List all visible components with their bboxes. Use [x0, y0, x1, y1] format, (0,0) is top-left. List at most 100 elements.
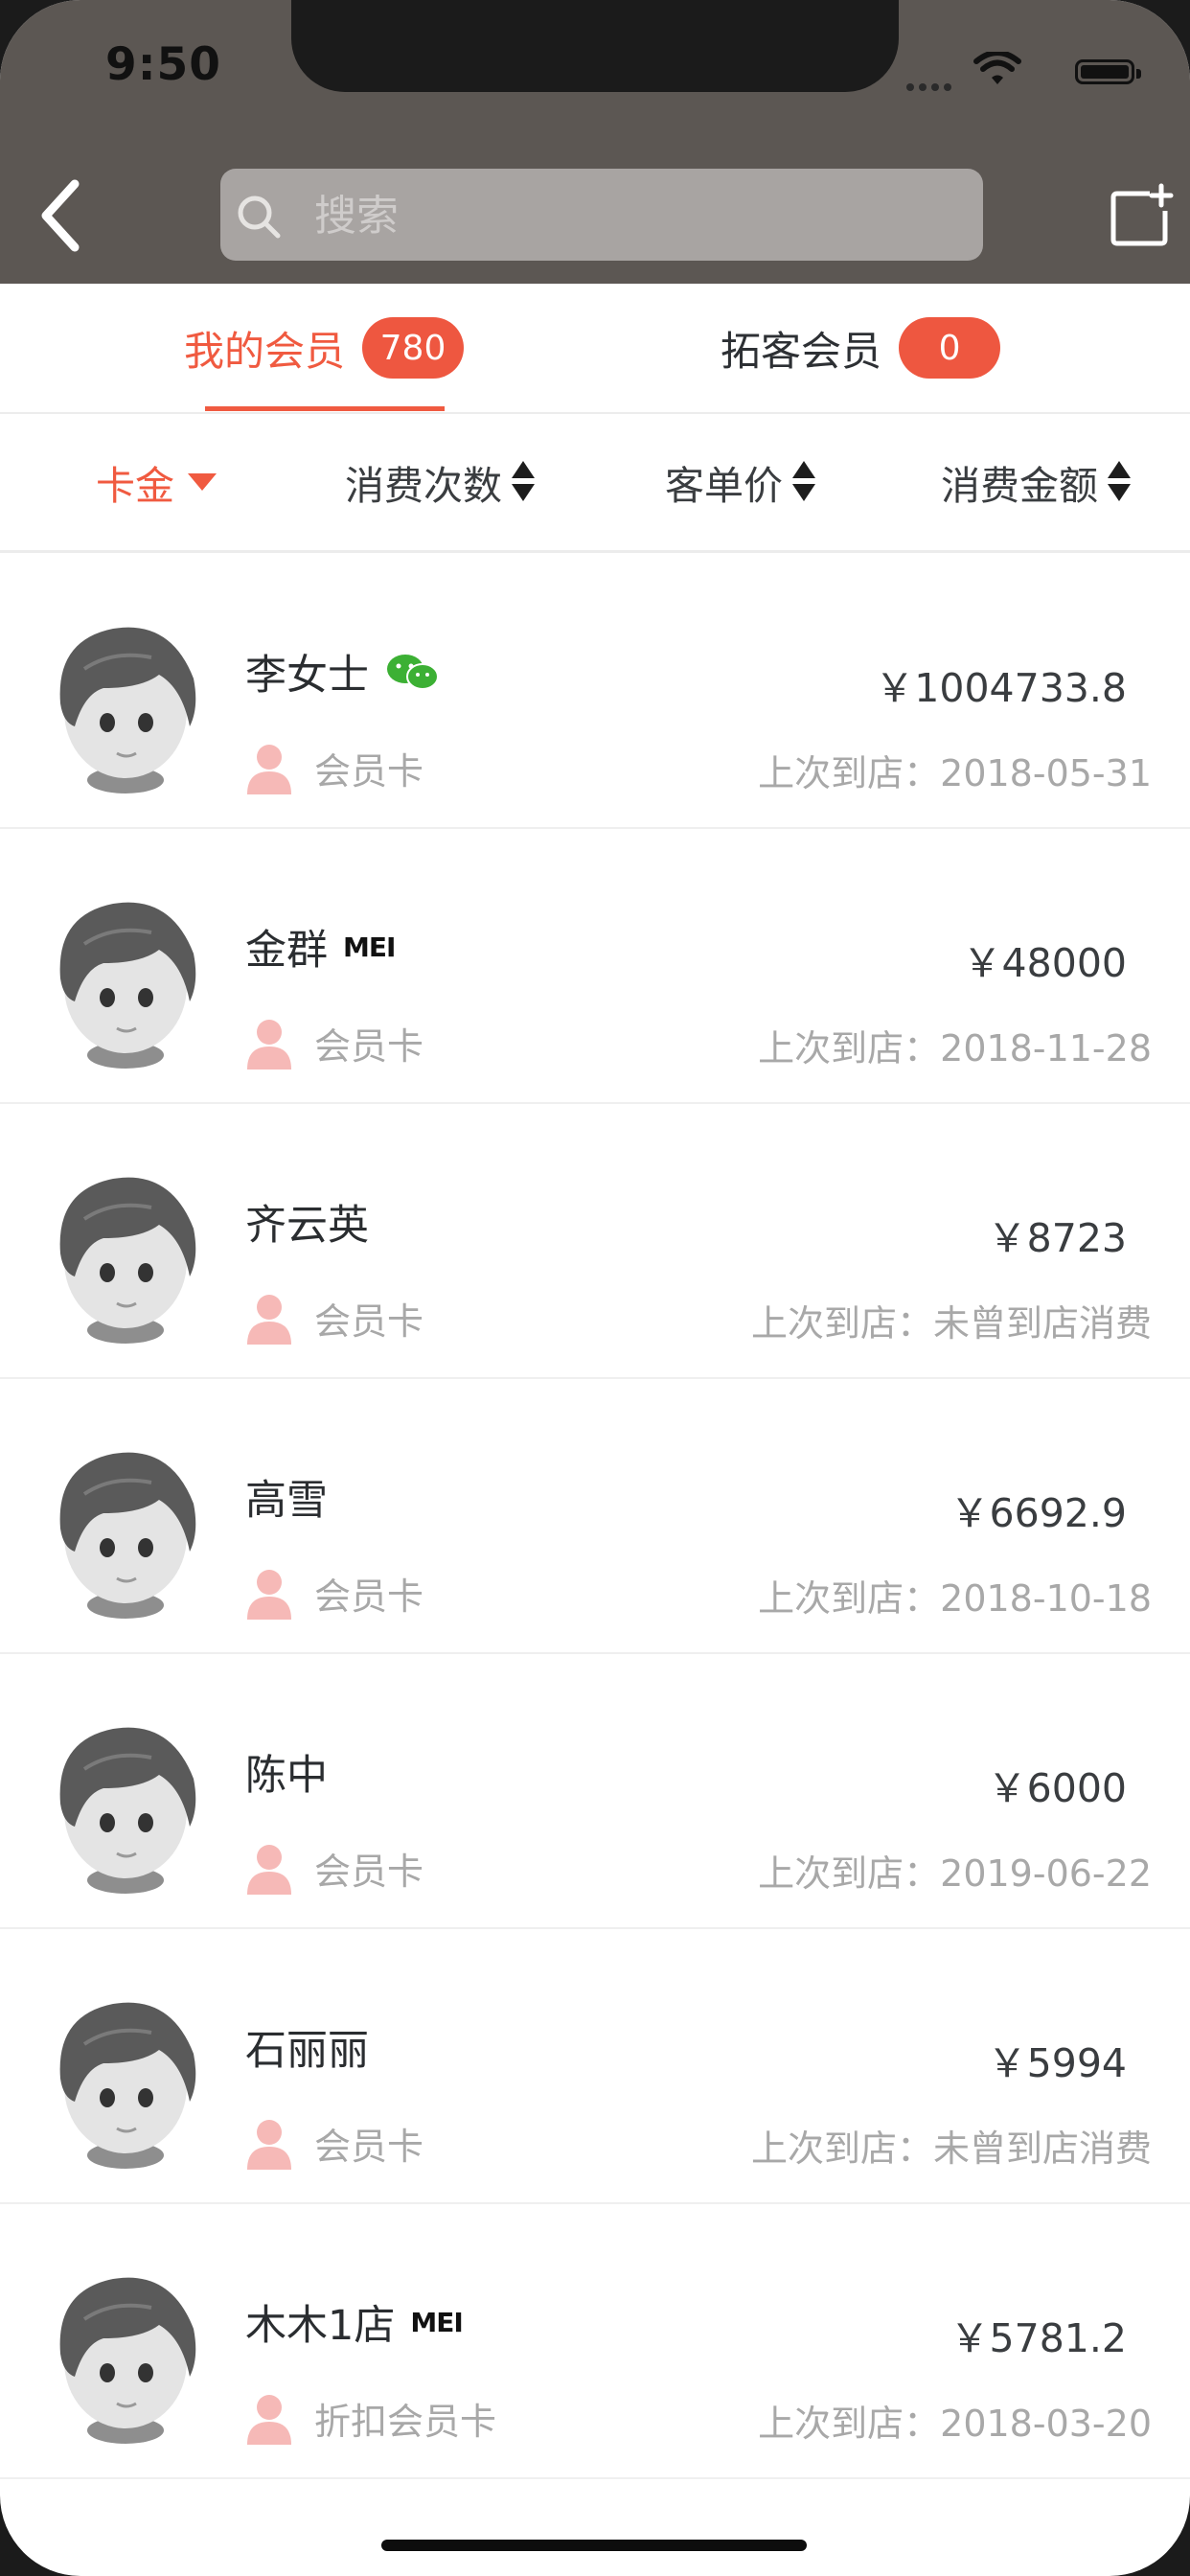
- signal-icon: [906, 77, 960, 91]
- sort-label: 客单价: [665, 463, 783, 509]
- member-name: 陈中: [245, 1752, 328, 1800]
- avatar-icon: [59, 1452, 196, 1619]
- card-line: 会员卡: [245, 1842, 423, 1895]
- name-line: 齐云英: [245, 1192, 369, 1252]
- card-line: 会员卡: [245, 1567, 423, 1620]
- member-row[interactable]: 齐云英 ￥8723 会员卡 上次到店：未曾到店消费: [0, 1104, 1190, 1379]
- mei-tag: MEI: [410, 2306, 463, 2338]
- card-balance: ￥5781.2: [950, 2315, 1127, 2361]
- app-screen: 9:50 我的会员 780: [0, 0, 1190, 2576]
- avatar-icon: [59, 2002, 196, 2169]
- last-visit: 上次到店：2018-03-20: [758, 2403, 1152, 2445]
- card-line: 会员卡: [245, 742, 423, 794]
- card-balance: ￥8723: [987, 1215, 1127, 1261]
- active-tab-indicator: [205, 406, 445, 411]
- card-type: 折扣会员卡: [314, 2401, 497, 2443]
- card-balance: ￥6000: [987, 1765, 1127, 1811]
- card-type: 会员卡: [314, 750, 424, 793]
- name-line: 木木1店 MEI: [245, 2292, 464, 2352]
- sort-card-balance[interactable]: 卡金: [96, 414, 217, 550]
- sort-bar: 卡金 消费次数 客单价 消费金额: [0, 414, 1190, 553]
- home-indicator: [381, 2540, 807, 2551]
- person-icon: [247, 1844, 291, 1895]
- new-note-icon[interactable]: [1108, 182, 1177, 251]
- mei-tag: MEI: [343, 931, 396, 963]
- person-icon: [247, 2394, 291, 2445]
- status-icons: [885, 48, 1141, 96]
- name-line: 高雪: [245, 1467, 328, 1527]
- name-line: 金群 MEI: [245, 917, 396, 977]
- name-line: 李女士: [245, 642, 440, 702]
- last-visit: 上次到店：未曾到店消费: [750, 2128, 1152, 2170]
- count-badge: 0: [899, 317, 1001, 379]
- card-type: 会员卡: [314, 1576, 424, 1618]
- member-row[interactable]: 李女士 ￥1004733.8 会员卡 上次到店：2018-05-31: [0, 554, 1190, 829]
- card-balance: ￥6692.9: [950, 1490, 1127, 1536]
- wechat-icon: [387, 655, 439, 690]
- card-balance: ￥5994: [987, 2040, 1127, 2086]
- sort-total-amount[interactable]: 消费金额: [941, 414, 1131, 550]
- tab-label: 拓客会员: [721, 327, 882, 375]
- member-name: 李女士: [245, 652, 369, 700]
- person-icon: [247, 744, 291, 794]
- tab-my-members[interactable]: 我的会员 780: [184, 284, 465, 412]
- card-line: 会员卡: [245, 2117, 423, 2170]
- search-icon: [238, 196, 281, 239]
- tab-prospect-members[interactable]: 拓客会员 0: [721, 284, 1001, 412]
- avatar-icon: [59, 1177, 196, 1344]
- wifi-icon: [973, 52, 1021, 84]
- member-name: 金群: [245, 927, 328, 975]
- member-row[interactable]: 木木1店 MEI ￥5781.2 折扣会员卡 上次到店：2018-03-20: [0, 2204, 1190, 2479]
- sort-avg-price[interactable]: 客单价: [665, 414, 815, 550]
- member-row[interactable]: 石丽丽 ￥5994 会员卡 上次到店：未曾到店消费: [0, 1929, 1190, 2204]
- member-row[interactable]: 金群 MEI ￥48000 会员卡 上次到店：2018-11-28: [0, 829, 1190, 1104]
- last-visit: 上次到店：2018-10-18: [758, 1577, 1152, 1620]
- member-row[interactable]: 高雪 ￥6692.9 会员卡 上次到店：2018-10-18: [0, 1379, 1190, 1654]
- avatar-icon: [59, 2277, 196, 2444]
- member-name: 石丽丽: [245, 2027, 369, 2075]
- sort-visit-count[interactable]: 消费次数: [345, 414, 535, 550]
- card-type: 会员卡: [314, 1300, 424, 1343]
- sort-arrows-icon: [1108, 461, 1131, 503]
- card-type: 会员卡: [314, 1851, 424, 1893]
- sort-arrows-icon: [512, 461, 535, 503]
- card-balance: ￥48000: [962, 940, 1127, 986]
- sort-label: 消费次数: [345, 463, 502, 509]
- member-list: 李女士 ￥1004733.8 会员卡 上次到店：2018-05-31 金群 ME…: [0, 554, 1190, 2479]
- nav-header: 9:50: [0, 0, 1190, 284]
- card-type: 会员卡: [314, 2126, 424, 2168]
- last-visit: 上次到店：未曾到店消费: [750, 1302, 1152, 1345]
- member-name: 高雪: [245, 1477, 328, 1525]
- card-line: 会员卡: [245, 1017, 423, 1070]
- sort-arrows-icon: [792, 461, 815, 503]
- sort-label: 消费金额: [941, 463, 1098, 509]
- person-icon: [247, 1294, 291, 1345]
- person-icon: [247, 1569, 291, 1620]
- status-time: 9:50: [105, 38, 221, 91]
- member-name: 木木1店: [245, 2302, 396, 2350]
- member-name: 齐云英: [245, 1202, 369, 1250]
- last-visit: 上次到店：2018-11-28: [758, 1027, 1152, 1070]
- device-notch: [291, 0, 899, 92]
- avatar-icon: [59, 1727, 196, 1894]
- search-bar[interactable]: [220, 169, 983, 261]
- member-row[interactable]: 陈中 ￥6000 会员卡 上次到店：2019-06-22: [0, 1654, 1190, 1929]
- card-line: 会员卡: [245, 1292, 423, 1345]
- card-line: 折扣会员卡: [245, 2392, 496, 2445]
- battery-icon: [1075, 59, 1141, 84]
- tab-label: 我的会员: [184, 327, 346, 375]
- search-input[interactable]: [312, 186, 949, 245]
- back-icon[interactable]: [29, 172, 96, 259]
- person-icon: [247, 1019, 291, 1070]
- person-icon: [247, 2119, 291, 2170]
- last-visit: 上次到店：2019-06-22: [758, 1852, 1152, 1895]
- member-tabs: 我的会员 780 拓客会员 0: [0, 284, 1190, 414]
- avatar-icon: [59, 902, 196, 1069]
- caret-down-icon: [188, 473, 217, 491]
- card-balance: ￥1004733.8: [875, 665, 1127, 711]
- avatar-icon: [59, 627, 196, 794]
- name-line: 陈中: [245, 1742, 328, 1802]
- sort-label: 卡金: [96, 463, 174, 509]
- card-type: 会员卡: [314, 1025, 424, 1068]
- name-line: 石丽丽: [245, 2017, 369, 2077]
